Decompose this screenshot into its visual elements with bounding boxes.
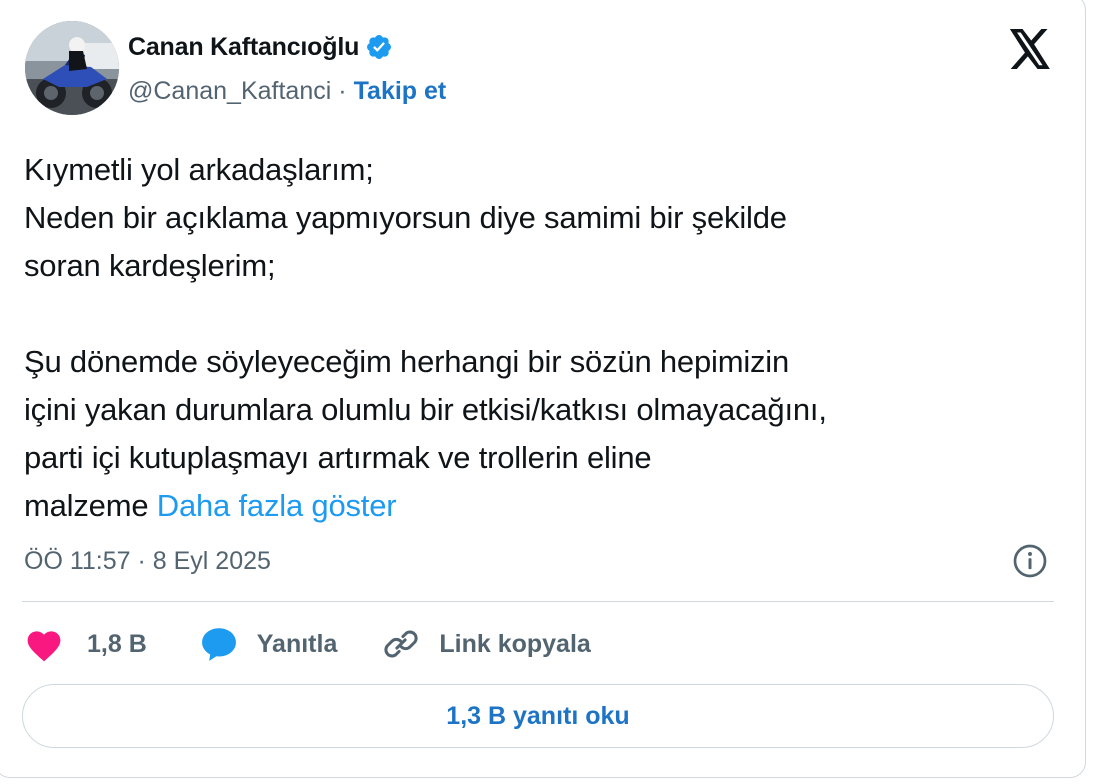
author-handle[interactable]: @Canan_Kaftanci xyxy=(128,77,331,106)
tweet-line: içini yakan durumlara olumlu bir etkisi/… xyxy=(24,392,827,427)
like-count: 1,8 B xyxy=(87,629,147,658)
verified-badge-icon xyxy=(367,35,392,59)
tweet-line: Neden bir açıklama yapmıyorsun diye sami… xyxy=(24,200,787,235)
info-icon[interactable] xyxy=(1012,543,1048,579)
tweet-text: Kıymetli yol arkadaşlarım; Neden bir açı… xyxy=(24,146,1064,530)
like-button[interactable]: 1,8 B xyxy=(24,626,147,662)
reply-label: Yanıtla xyxy=(256,629,338,658)
author-handle-row: @Canan_Kaftanci · Takip et xyxy=(128,75,446,107)
show-more-link[interactable]: Daha fazla göster xyxy=(157,488,397,523)
tweet-timestamp[interactable]: ÖÖ 11:57 · 8 Eyl 2025 xyxy=(24,543,271,579)
tweet-line: Şu dönemde söyleyeceğim herhangi bir söz… xyxy=(24,344,790,379)
tweet-line-last: malzeme Daha fazla göster xyxy=(24,482,1064,530)
speech-bubble-icon xyxy=(201,628,236,661)
copy-link-button[interactable]: Link kopyala xyxy=(382,625,591,663)
separator-dot: · xyxy=(338,76,347,105)
reply-button[interactable]: Yanıtla xyxy=(199,625,338,663)
tweet-line-text: malzeme xyxy=(24,488,149,523)
divider xyxy=(22,601,1054,602)
copy-link-label: Link kopyala xyxy=(439,629,591,658)
tweet-line: Kıymetli yol arkadaşlarım; xyxy=(24,152,374,187)
tweet-line: parti içi kutuplaşmayı artırmak ve troll… xyxy=(24,440,652,475)
read-replies-button[interactable]: 1,3 B yanıtı oku xyxy=(22,684,1054,748)
heart-icon xyxy=(27,631,61,662)
x-logo-icon[interactable] xyxy=(1008,29,1052,69)
avatar[interactable] xyxy=(25,21,119,115)
link-icon xyxy=(384,630,418,658)
author-name-row: Canan Kaftancıoğlu xyxy=(128,31,393,63)
tweet-line: soran kardeşlerim; xyxy=(24,248,276,283)
author-display-name[interactable]: Canan Kaftancıoğlu xyxy=(128,33,359,62)
action-bar: 1,8 B Yanıtla Link kopyala xyxy=(24,622,591,666)
follow-button[interactable]: Takip et xyxy=(354,77,447,106)
avatar-image xyxy=(25,21,119,115)
